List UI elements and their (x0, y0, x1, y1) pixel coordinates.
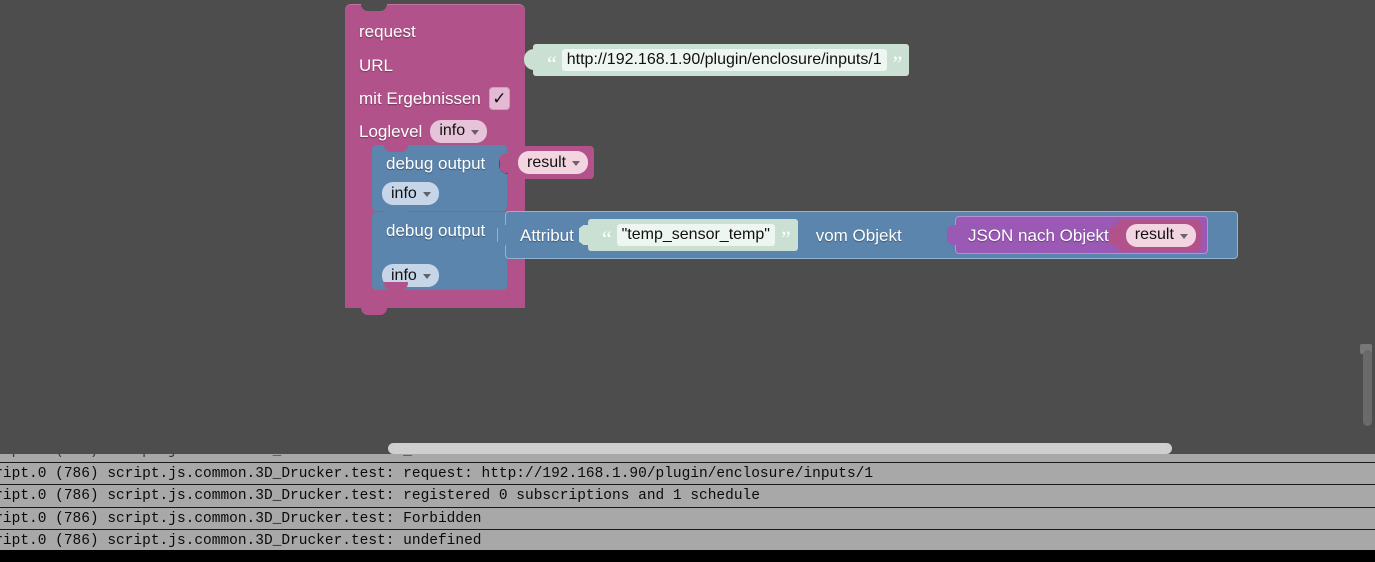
block-top-notch (384, 144, 408, 152)
value-plug (524, 49, 534, 70)
input-attribute-text[interactable]: "temp_sensor_temp" (616, 224, 775, 246)
block-debug-output-1-label: debug output (386, 154, 486, 173)
dropdown-debug-level-1[interactable]: info (382, 182, 439, 205)
block-bottom-notch (384, 282, 408, 290)
block-top-notch (384, 211, 408, 219)
block-variable-result-2[interactable]: result (1108, 219, 1201, 251)
block-request-url-row: URL (359, 54, 393, 76)
value-plug (500, 153, 509, 173)
input-url-text[interactable]: http://192.168.1.90/plugin/enclosure/inp… (561, 49, 887, 71)
field-label-loglevel: Loglevel (359, 121, 423, 141)
dropdown-variable-result-2-value: result (1134, 226, 1174, 243)
log-row[interactable]: javascript.0 (786) script.js.common.3D_D… (0, 462, 1375, 485)
log-panel: javascript.0 (786) script.js.common.3D_D… (0, 440, 1375, 562)
block-request-results-row: mit Ergebnissen ✓ (359, 86, 510, 110)
block-request-loglevel-row: Loglevel info (359, 119, 488, 143)
blockly-workspace[interactable]: request URL mit Ergebnissen ✓ Loglevel i… (0, 0, 1375, 440)
block-json-to-object-label: JSON nach Objekt (968, 225, 1109, 245)
value-plug (578, 225, 589, 245)
value-plug (947, 225, 957, 245)
block-bottom-notch (361, 307, 387, 315)
field-label-mit-ergebnissen: mit Ergebnissen (359, 88, 481, 108)
workspace-vertical-scrollbar[interactable] (1363, 350, 1372, 426)
block-debug-output-2-label: debug output (386, 221, 486, 240)
block-debug-output-1[interactable]: debug output info (372, 144, 508, 211)
block-debug-output-2[interactable]: debug output info (372, 211, 508, 290)
log-row[interactable]: javascript.0 (786) script.js.common.3D_D… (0, 454, 1375, 463)
dropdown-loglevel[interactable]: info (430, 119, 488, 143)
chevron-down-icon (471, 129, 480, 135)
checkbox-mit-ergebnissen[interactable]: ✓ (488, 86, 510, 110)
block-text-attribute[interactable]: “ "temp_sensor_temp" ” (578, 219, 798, 251)
log-horizontal-scrollbar-thumb[interactable] (388, 443, 1172, 454)
value-plug (1108, 225, 1118, 246)
chevron-down-icon (422, 274, 431, 279)
log-row[interactable]: javascript.0 (786) script.js.common.3D_D… (0, 485, 1375, 508)
dropdown-loglevel-value: info (439, 122, 466, 139)
block-top-notch (361, 3, 387, 11)
dropdown-variable-result-2[interactable]: result (1125, 223, 1196, 247)
block-variable-result-1[interactable]: result (500, 146, 595, 179)
field-label-url: URL (359, 55, 394, 75)
dropdown-debug-level-1-value: info (391, 184, 417, 202)
log-row[interactable]: javascript.0 (786) script.js.common.3D_D… (0, 507, 1375, 530)
chevron-down-icon (1179, 233, 1188, 239)
chevron-down-icon (572, 161, 581, 166)
value-plug (497, 225, 507, 245)
block-get-attribute-suffix-label: vom Objekt (815, 225, 902, 245)
block-request-title: request (359, 21, 416, 41)
block-request-title-row: request (359, 20, 416, 42)
log-list: javascript.0 (786) script.js.common.3D_D… (0, 454, 1375, 553)
dropdown-variable-result-1[interactable]: result (518, 151, 589, 174)
chevron-down-icon (422, 192, 431, 197)
log-panel-footer (0, 550, 1375, 562)
block-json-to-object[interactable]: JSON nach Objekt result (947, 216, 1208, 254)
app-root: request URL mit Ergebnissen ✓ Loglevel i… (0, 0, 1375, 562)
block-text-url[interactable]: “ http://192.168.1.90/plugin/enclosure/i… (524, 44, 910, 76)
log-viewport[interactable]: javascript.0 (786) script.js.common.3D_D… (0, 454, 1375, 562)
dropdown-variable-result-1-value: result (527, 153, 567, 171)
block-get-attribute-prefix-label: Attribut (520, 225, 574, 245)
